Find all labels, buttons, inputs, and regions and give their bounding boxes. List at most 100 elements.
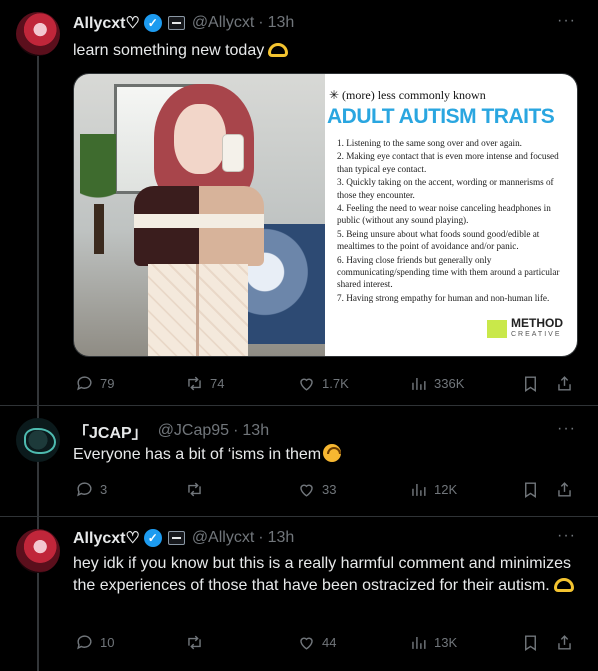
more-options-icon[interactable]: ···	[557, 12, 576, 30]
timestamp[interactable]: 13h	[268, 14, 295, 32]
heart-icon	[300, 378, 313, 391]
like-button[interactable]: 44	[297, 633, 336, 652]
photo-plant	[80, 134, 116, 254]
repost-icon	[188, 376, 201, 391]
logo-sub: CREATIVE	[511, 331, 562, 338]
views-button[interactable]: 336K	[409, 374, 464, 393]
reply-count: 3	[100, 482, 108, 497]
repost-count: 74	[210, 376, 225, 391]
reply-icon	[77, 376, 92, 391]
views-icon	[412, 483, 426, 496]
more-options-icon[interactable]: ···	[557, 420, 576, 438]
logo-square	[487, 320, 507, 338]
photo-pants	[148, 264, 248, 356]
bookmark-icon	[525, 635, 536, 651]
share-button[interactable]	[555, 374, 574, 393]
like-count: 1.7K	[322, 376, 349, 391]
heart-hands-emoji-icon	[553, 578, 574, 592]
card-item: 3. Quickly taking on the accent, wording…	[337, 177, 554, 200]
bookmark-button[interactable]	[521, 633, 540, 652]
view-count: 13K	[434, 635, 458, 650]
reply-icon	[77, 482, 92, 497]
reply-count: 79	[100, 376, 115, 391]
timestamp[interactable]: 13h	[268, 529, 295, 547]
heart-icon	[300, 484, 313, 497]
tweet-text-content: learn something new today	[73, 42, 265, 59]
tweet-3[interactable]: Allycxt♡ ✓ @Allycxt · 13h ··· hey idk if…	[0, 517, 598, 671]
bookmark-icon	[525, 376, 536, 392]
tweet-1[interactable]: Allycxt♡ ✓ @Allycxt · 13h ··· learn some…	[0, 0, 598, 405]
repost-icon	[188, 635, 201, 650]
avatar[interactable]	[16, 418, 60, 462]
heart-hands-emoji-icon	[268, 43, 289, 57]
photo-phone	[222, 134, 244, 172]
display-name[interactable]: Allycxt♡	[73, 528, 140, 548]
repost-button[interactable]	[185, 633, 210, 652]
tweet-actions: 3 33 12K	[73, 480, 578, 500]
reply-count: 10	[100, 635, 115, 650]
verified-badge-icon: ✓	[143, 14, 162, 32]
bookmark-icon	[525, 482, 536, 498]
card-item: 5. Being unsure about what foods sound g…	[337, 228, 540, 252]
bookmark-button[interactable]	[521, 480, 540, 499]
affiliate-badge-icon	[167, 531, 185, 545]
reply-button[interactable]: 10	[75, 633, 114, 652]
photo-face	[174, 104, 226, 174]
method-creative-logo: METHOD CREATIVE	[487, 316, 563, 340]
logo-wordmark: METHOD CREATIVE	[511, 316, 563, 340]
separator-dot: ·	[258, 529, 264, 546]
avatar[interactable]	[16, 529, 60, 573]
verified-badge-icon: ✓	[143, 529, 162, 547]
user-handle[interactable]: @Allycxt	[192, 14, 254, 32]
user-handle[interactable]: @Allycxt	[192, 529, 254, 547]
card-kicker: ✳ (more) less commonly known	[329, 88, 486, 102]
share-button[interactable]	[555, 480, 574, 499]
card-item: 6. Having close friends but generally on…	[337, 254, 560, 290]
avatar[interactable]	[16, 12, 60, 56]
share-icon	[558, 635, 571, 650]
photo-stripe	[134, 214, 264, 228]
heart-icon	[300, 637, 313, 650]
views-button[interactable]: 13K	[409, 633, 457, 652]
like-count: 33	[322, 482, 337, 497]
like-button[interactable]: 1.7K	[297, 374, 349, 393]
share-icon	[558, 376, 571, 391]
repost-button[interactable]	[185, 480, 210, 499]
logo-main: METHOD	[511, 316, 563, 330]
repost-button[interactable]: 74	[185, 374, 224, 393]
share-button[interactable]	[555, 633, 574, 652]
more-options-icon[interactable]: ···	[557, 527, 576, 545]
photo-image[interactable]	[74, 74, 326, 356]
share-icon	[558, 482, 571, 497]
tweet-header: Allycxt♡ ✓ @Allycxt · 13h	[73, 527, 294, 549]
views-button[interactable]: 12K	[409, 480, 457, 499]
reply-button[interactable]: 3	[75, 480, 107, 499]
tweet-media[interactable]: ✳ (more) less commonly known ADULT AUTIS…	[73, 73, 578, 357]
card-item: 1. Listening to the same song over and o…	[337, 138, 522, 148]
separator-dot: ·	[233, 422, 239, 439]
affiliate-badge-icon	[167, 16, 185, 30]
reply-icon	[77, 635, 92, 650]
views-icon	[412, 636, 426, 649]
reply-button[interactable]: 79	[75, 374, 114, 393]
card-item: 4. Feeling the need to wear noise cancel…	[337, 203, 551, 226]
tweet-header: Allycxt♡ ✓ @Allycxt · 13h	[73, 12, 294, 34]
upside-down-face-emoji-icon	[323, 444, 342, 462]
display-name[interactable]: 「JCAP」	[73, 419, 148, 443]
user-handle[interactable]: @JCap95	[158, 422, 229, 440]
card-item: 7. Having strong empathy for human and n…	[337, 292, 550, 303]
timestamp[interactable]: 13h	[242, 422, 269, 440]
tweet-text: Everyone has a bit of ‘isms in them	[73, 444, 578, 466]
views-icon	[412, 377, 426, 390]
display-name[interactable]: Allycxt♡	[73, 13, 140, 33]
tweet-actions: 10 44 13K	[73, 633, 578, 653]
card-list: 1. Listening to the same song over and o…	[325, 129, 577, 304]
card-title: ADULT AUTISM TRAITS	[327, 105, 555, 128]
tweet-text: learn something new today	[73, 40, 578, 62]
tweet-2[interactable]: 「JCAP」 @JCap95 · 13h ··· Everyone has a …	[0, 406, 598, 516]
bookmark-button[interactable]	[521, 374, 540, 393]
info-card-image[interactable]: ✳ (more) less commonly known ADULT AUTIS…	[325, 74, 577, 356]
card-item: 2. Making eye contact that is even more …	[337, 151, 559, 174]
like-button[interactable]: 33	[297, 480, 336, 499]
tweet-text-content: hey idk if you know but this is a really…	[73, 555, 571, 594]
